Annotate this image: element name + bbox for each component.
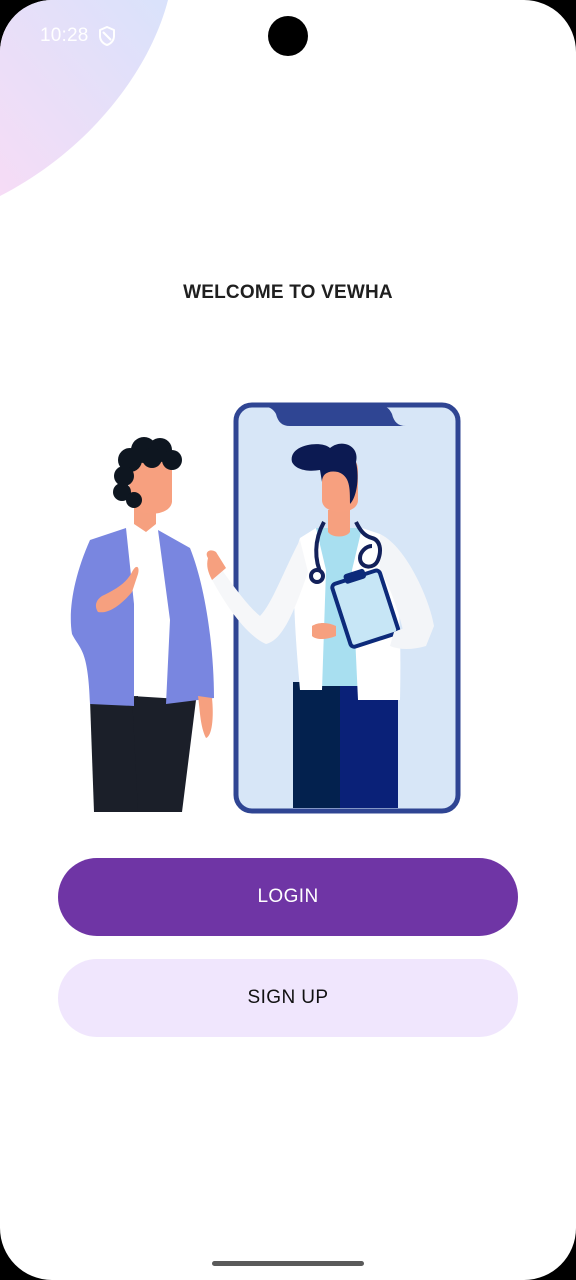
status-time: 10:28 (40, 25, 89, 46)
welcome-screen: 10:28 WELCOME TO VEWHA LOGIN SIGN UP (0, 0, 576, 1280)
doctor-consultation-illustration (70, 402, 461, 814)
status-bar: 10:28 (40, 24, 117, 48)
shield-icon (98, 26, 115, 46)
home-indicator[interactable] (212, 1261, 364, 1266)
welcome-title: WELCOME TO VEWHA (183, 282, 393, 303)
signup-button[interactable]: SIGN UP (58, 959, 518, 1037)
camera-cutout (268, 16, 308, 56)
login-button[interactable]: LOGIN (58, 858, 518, 936)
patient-figure (70, 437, 214, 812)
